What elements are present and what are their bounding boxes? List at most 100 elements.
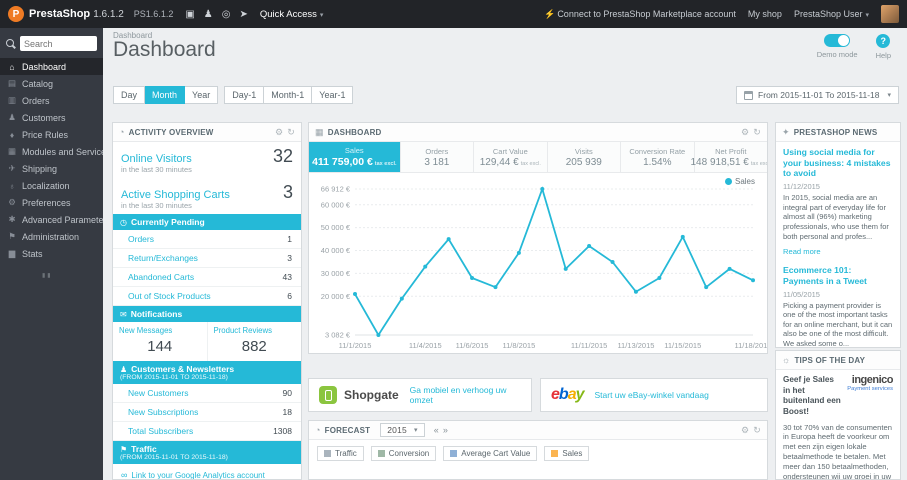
- range-month-1-button[interactable]: Month-1: [264, 86, 313, 104]
- my-shop-link[interactable]: My shop: [748, 9, 782, 19]
- shopgate-logo-icon: [319, 386, 337, 404]
- new-customers-row[interactable]: New Customers 90: [113, 384, 301, 403]
- forecast-metric-traffic[interactable]: Traffic: [317, 446, 364, 461]
- help-control[interactable]: ? Help: [876, 34, 891, 60]
- flag-icon: ⚑: [8, 231, 16, 241]
- profile-icon[interactable]: ♟: [204, 9, 213, 20]
- ingenico-logo[interactable]: ingenico Payment services: [847, 374, 894, 393]
- marketplace-link[interactable]: ⚡ Connect to PrestaShop Marketplace accou…: [544, 9, 736, 20]
- customers-title: Customers & Newsletters: [131, 364, 235, 374]
- demo-mode-control[interactable]: Demo mode: [817, 34, 858, 60]
- total-subscribers-row[interactable]: Total Subscribers 1308: [113, 422, 301, 441]
- news-body: Using social media for your business: 4 …: [776, 142, 900, 347]
- active-carts-link[interactable]: Active Shopping Carts: [121, 189, 230, 201]
- pending-orders-row[interactable]: Orders 1: [113, 230, 301, 249]
- row-label: Out of Stock Products: [128, 291, 211, 301]
- store-icon[interactable]: ▣: [185, 9, 194, 20]
- shopgate-cta-link[interactable]: Ga mobiel en verhoog uw omzet: [410, 385, 521, 405]
- sidebar-collapse-icon[interactable]: ▮▮: [42, 272, 103, 279]
- forecast-metric-average-cart-value[interactable]: Average Cart Value: [443, 446, 538, 461]
- new-messages-cell[interactable]: New Messages 144: [113, 322, 207, 361]
- range-month-button[interactable]: Month: [145, 86, 186, 104]
- sales-chart-area: Sales 66 912 € 60 000 € 50 000 € 40 000 € 30…: [309, 173, 767, 353]
- forecast-metric-conversion[interactable]: Conversion: [370, 446, 437, 461]
- user-menu[interactable]: PrestaShop User ▾: [794, 9, 869, 19]
- chip-label: Sales: [562, 449, 583, 458]
- cell-value: 882: [241, 338, 267, 355]
- toggle-knob-icon: [838, 35, 850, 46]
- forecast-year-select[interactable]: 2015 ▾: [380, 423, 425, 437]
- kpi-cart-value[interactable]: Cart Value 129,44 € tax excl.: [474, 142, 548, 172]
- refresh-icon[interactable]: ↻: [287, 127, 295, 138]
- sidebar-item-localization[interactable]: ♁ Localization: [0, 177, 103, 194]
- abandoned-carts-row[interactable]: Abandoned Carts 43: [113, 268, 301, 287]
- support-icon[interactable]: ◎: [222, 9, 231, 20]
- gear-icon[interactable]: ⚙: [741, 425, 749, 436]
- svg-text:11/4/2015: 11/4/2015: [409, 341, 442, 350]
- range-year-button[interactable]: Year: [185, 86, 219, 104]
- svg-text:11/15/2015: 11/15/2015: [664, 341, 701, 350]
- help-icon[interactable]: ?: [876, 34, 891, 48]
- kpi-net-profit[interactable]: Net Profit 148 918,51 €tax excl.: [690, 142, 767, 172]
- sidebar-item-advanced-parameters[interactable]: ✱ Advanced Parameters: [0, 211, 103, 228]
- kpi-visits[interactable]: Visits 205 939: [547, 142, 622, 172]
- refresh-icon[interactable]: ↻: [753, 127, 761, 138]
- legend-label: Sales: [734, 177, 755, 186]
- range-day-button[interactable]: Day: [113, 86, 146, 104]
- news-article-title-link[interactable]: Ecommerce 101: Payments in a Tweet: [783, 265, 893, 286]
- previous-year-button[interactable]: «: [434, 425, 439, 435]
- prestashop-logo-icon[interactable]: P: [8, 6, 24, 22]
- search-input[interactable]: [20, 36, 97, 51]
- gear-icon[interactable]: ⚙: [741, 127, 749, 138]
- chip-label: Average Cart Value: [461, 449, 531, 458]
- google-analytics-link[interactable]: ∞ Link to your Google Analytics account: [113, 464, 301, 479]
- sidebar-item-modules[interactable]: ▦ Modules and Services: [0, 143, 103, 160]
- sidebar-item-label: Localization: [22, 180, 70, 191]
- read-more-link[interactable]: Read more: [783, 247, 821, 256]
- refresh-icon[interactable]: ↻: [753, 425, 761, 436]
- out-of-stock-row[interactable]: Out of Stock Products 6: [113, 287, 301, 306]
- online-visitors-link[interactable]: Online Visitors: [121, 153, 192, 165]
- sidebar-item-shipping[interactable]: ✈ Shipping: [0, 160, 103, 177]
- sidebar-item-customers[interactable]: ♟ Customers: [0, 109, 103, 126]
- row-label: Abandoned Carts: [128, 272, 195, 282]
- main-content: Dashboard Dashboard Demo mode ? Help Day…: [103, 28, 907, 480]
- product-reviews-cell[interactable]: Product Reviews 882: [206, 322, 302, 361]
- sidebar-item-catalog[interactable]: ▤ Catalog: [0, 75, 103, 92]
- ebay-cta-link[interactable]: Start uw eBay-winkel vandaag: [595, 390, 709, 400]
- forecast-metric-sales[interactable]: Sales: [544, 446, 590, 461]
- wrench-icon: ✱: [8, 214, 16, 224]
- kpi-conversion-rate[interactable]: Conversion Rate 1.54%: [621, 142, 695, 172]
- kpi-label: Cart Value: [492, 146, 528, 156]
- demo-mode-toggle[interactable]: [824, 34, 851, 47]
- header-controls: Demo mode ? Help: [817, 34, 891, 60]
- caret-down-icon: ▾: [319, 11, 324, 19]
- sidebar-item-stats[interactable]: ▆ Stats: [0, 245, 103, 262]
- next-year-button[interactable]: »: [443, 425, 448, 435]
- sidebar-search: [0, 28, 103, 58]
- user-avatar[interactable]: [881, 5, 899, 23]
- pending-returns-row[interactable]: Return/Exchanges 3: [113, 249, 301, 268]
- kpi-label: Net Profit: [715, 146, 747, 156]
- sidebar-item-price-rules[interactable]: ♦ Price Rules: [0, 126, 103, 143]
- ingenico-name: ingenico: [851, 374, 894, 386]
- new-subscriptions-row[interactable]: New Subscriptions 18: [113, 403, 301, 422]
- date-range-picker[interactable]: From 2015-11-01 To 2015-11-18 ▾: [736, 86, 899, 104]
- kpi-orders[interactable]: Orders 3 181: [400, 142, 475, 172]
- brand: PrestaShop 1.6.1.2: [29, 8, 124, 20]
- news-article-title-link[interactable]: Using social media for your business: 4 …: [783, 147, 893, 179]
- sidebar-item-orders[interactable]: ▥ Orders: [0, 92, 103, 109]
- news-article-date: 11/12/2015: [783, 182, 820, 192]
- kpi-sales[interactable]: Sales 411 759,00 € tax excl.: [309, 142, 401, 172]
- sidebar-item-dashboard[interactable]: ⌂ Dashboard: [0, 58, 103, 75]
- sidebar-item-preferences[interactable]: ⚙ Preferences: [0, 194, 103, 211]
- sidebar-item-administration[interactable]: ⚑ Administration: [0, 228, 103, 245]
- sidebar-item-label: Orders: [22, 95, 50, 106]
- range-day-1-button[interactable]: Day-1: [224, 86, 265, 104]
- gear-icon[interactable]: ⚙: [275, 127, 283, 138]
- search-icon: [6, 38, 16, 49]
- quick-access-menu[interactable]: Quick Access ▾: [260, 9, 324, 20]
- range-year-1-button[interactable]: Year-1: [312, 86, 354, 104]
- rocket-icon[interactable]: ➤: [239, 9, 247, 20]
- kpi-note: tax excl.: [374, 161, 397, 167]
